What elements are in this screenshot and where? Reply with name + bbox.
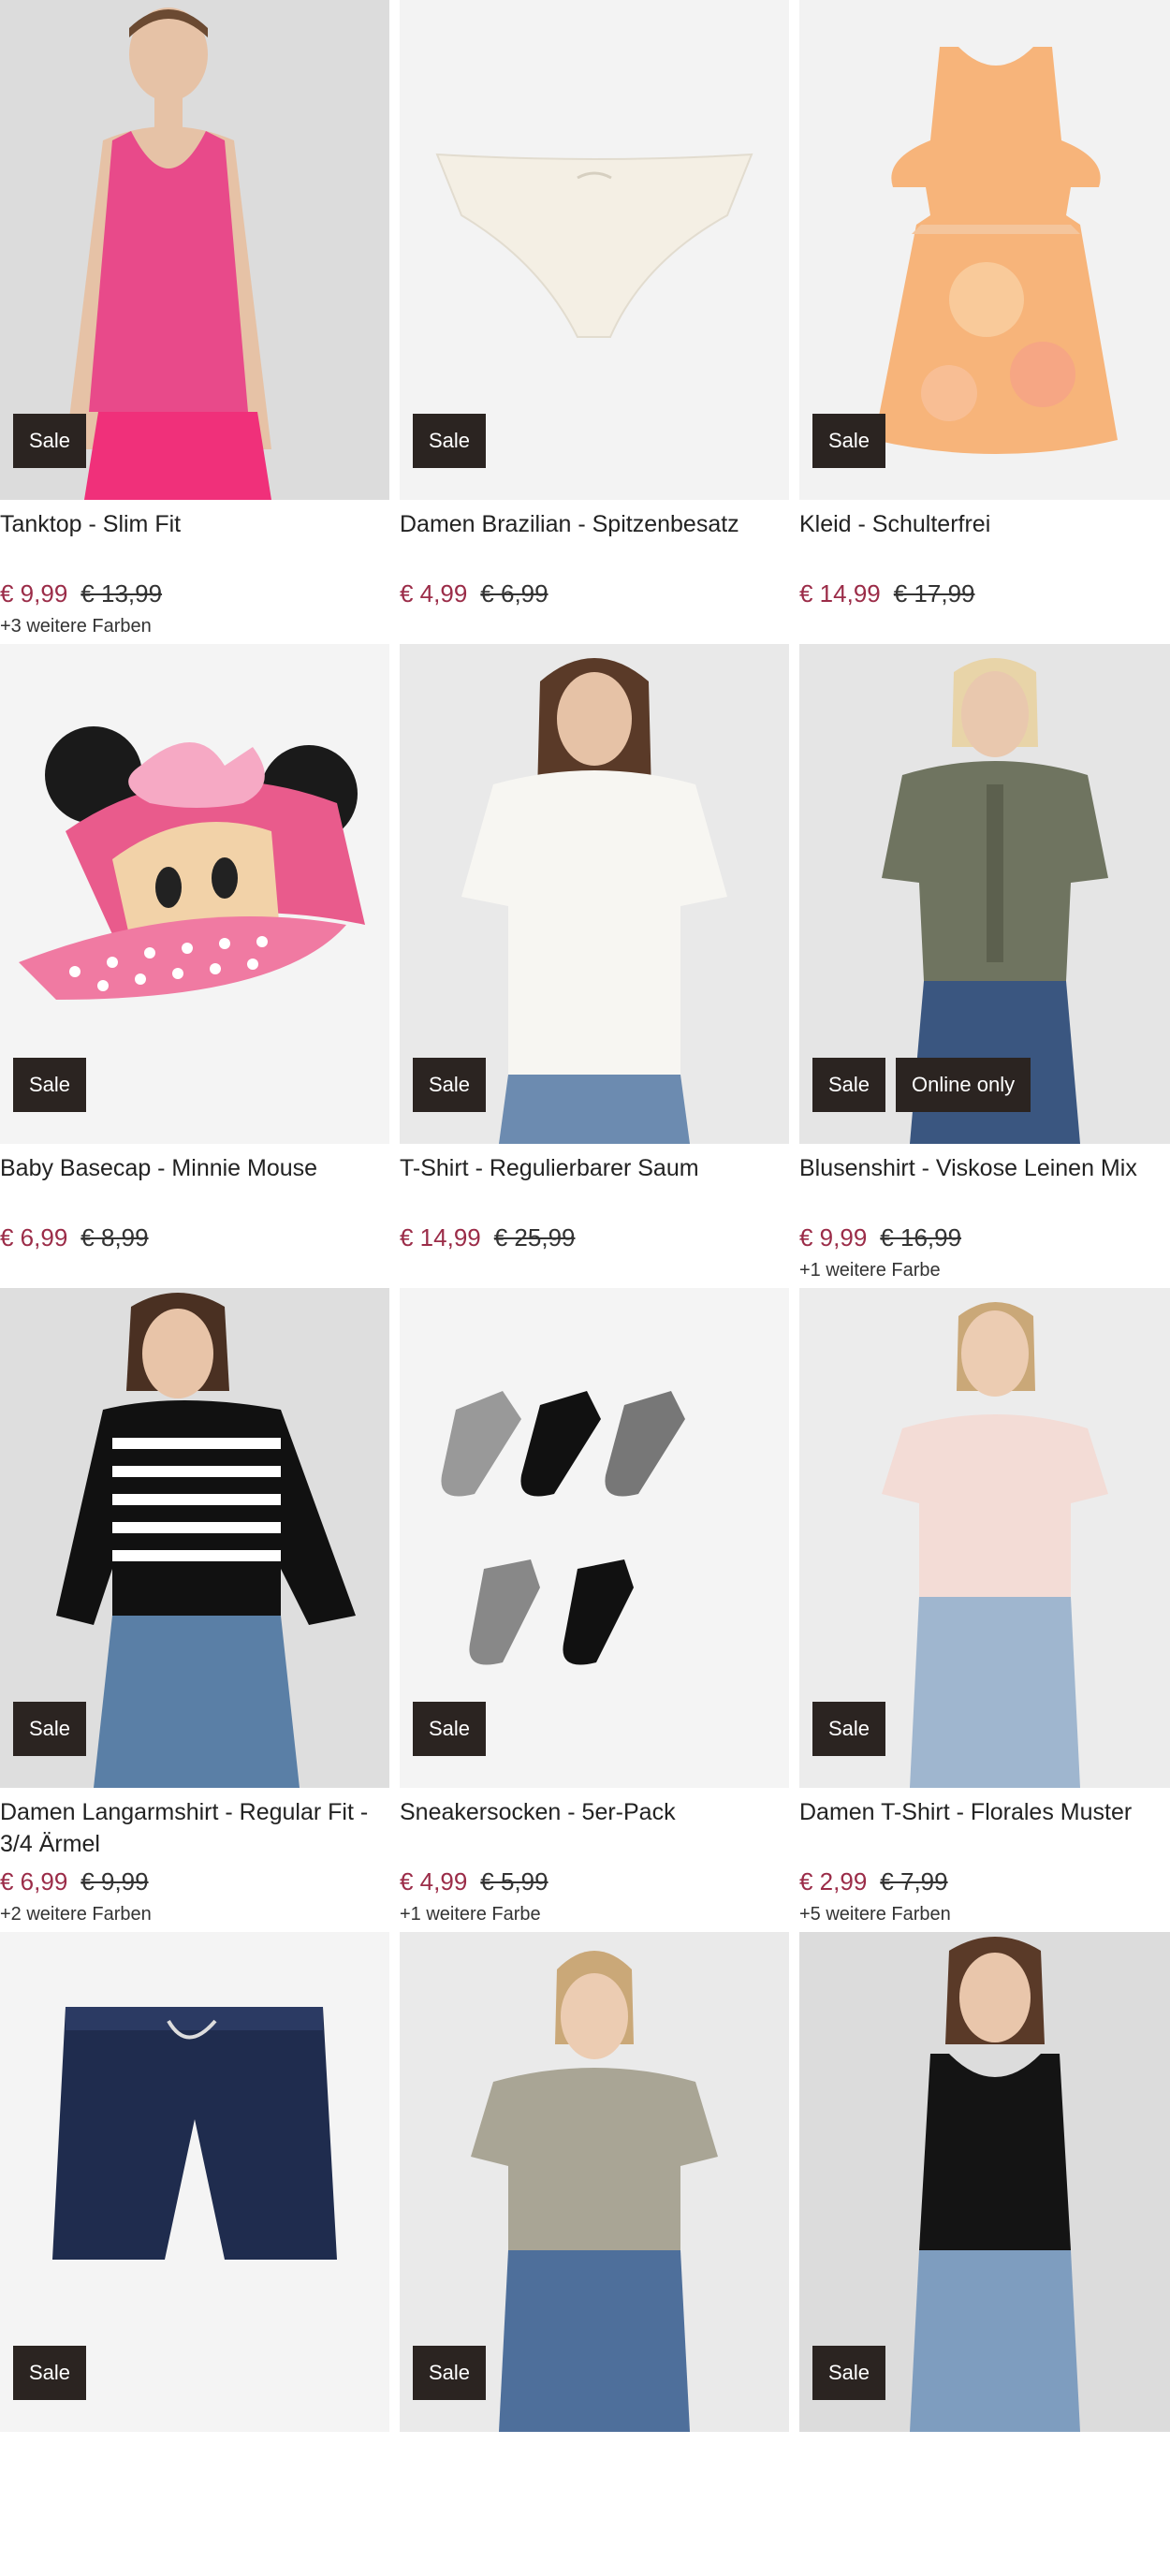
product-image[interactable]: Sale xyxy=(799,1288,1170,1788)
sale-price: € 2,99 xyxy=(799,1867,868,1895)
sale-badge: Sale xyxy=(413,2346,487,2400)
product-title[interactable]: Damen Langarmshirt - Regular Fit - 3/4 Ä… xyxy=(0,1796,389,1860)
product-image[interactable]: Sale xyxy=(0,0,389,500)
sale-badge: Sale xyxy=(413,414,487,468)
product-title[interactable]: Kleid - Schulterfrei xyxy=(799,508,1170,572)
product-image[interactable]: Sale xyxy=(799,0,1170,500)
more-colors[interactable]: +1 weitere Farbe xyxy=(799,1260,1170,1284)
old-price: € 5,99 xyxy=(480,1867,548,1895)
product-image[interactable]: Sale xyxy=(400,644,789,1144)
old-price: € 25,99 xyxy=(493,1223,576,1251)
online-only-badge: Online only xyxy=(896,1058,1031,1112)
product-image[interactable]: Sale xyxy=(0,1932,389,2432)
more-colors[interactable] xyxy=(799,616,1170,640)
product-card[interactable]: Sale Kleid - Schulterfrei € 14,99 € 17,9… xyxy=(799,0,1170,644)
sale-price: € 14,99 xyxy=(400,1223,481,1251)
old-price: € 17,99 xyxy=(893,579,975,607)
product-title[interactable]: Blusenshirt - Viskose Leinen Mix xyxy=(799,1152,1170,1216)
sale-badge: Sale xyxy=(812,1702,886,1756)
product-card[interactable]: Sale Baby Basecap - Minnie Mouse € 6,99 … xyxy=(0,644,389,1288)
product-card[interactable]: Sale Damen Langarmshirt - Regular Fit - … xyxy=(0,1288,389,1932)
sale-badge: Sale xyxy=(13,1702,87,1756)
sale-price: € 9,99 xyxy=(799,1223,868,1251)
more-colors[interactable]: +1 weitere Farbe xyxy=(400,1904,789,1928)
product-image[interactable]: Sale xyxy=(400,0,789,500)
product-image[interactable]: Sale Online only xyxy=(799,644,1170,1144)
product-card[interactable]: Sale Sneakersocken - 5er-Pack € 4,99 € 5… xyxy=(400,1288,789,1932)
sale-badge: Sale xyxy=(812,1058,886,1112)
sale-badge: Sale xyxy=(13,2346,87,2400)
sale-badge: Sale xyxy=(13,1058,87,1112)
old-price: € 8,99 xyxy=(80,1223,149,1251)
product-card[interactable]: Sale xyxy=(400,1932,789,2576)
more-colors[interactable] xyxy=(0,1260,389,1284)
product-card[interactable]: Sale Damen Brazilian - Spitzenbesatz € 4… xyxy=(400,0,789,644)
sale-price: € 4,99 xyxy=(400,579,468,607)
more-colors[interactable] xyxy=(400,1260,789,1284)
product-image[interactable]: Sale xyxy=(0,1288,389,1788)
product-title[interactable]: Sneakersocken - 5er-Pack xyxy=(400,1796,789,1860)
old-price: € 7,99 xyxy=(880,1867,948,1895)
sale-badge: Sale xyxy=(812,2346,886,2400)
product-card[interactable]: Sale xyxy=(0,1932,389,2576)
sale-price: € 6,99 xyxy=(0,1223,68,1251)
sale-price: € 4,99 xyxy=(400,1867,468,1895)
product-image[interactable]: Sale xyxy=(799,1932,1170,2432)
product-image[interactable]: Sale xyxy=(400,1932,789,2432)
old-price: € 9,99 xyxy=(80,1867,149,1895)
product-image[interactable]: Sale xyxy=(400,1288,789,1788)
product-card[interactable]: Sale Damen T-Shirt - Florales Muster € 2… xyxy=(799,1288,1170,1932)
old-price: € 13,99 xyxy=(80,579,163,607)
product-card[interactable]: Sale Online only Blusenshirt - Viskose L… xyxy=(799,644,1170,1288)
more-colors[interactable] xyxy=(400,616,789,640)
sale-price: € 6,99 xyxy=(0,1867,68,1895)
product-card[interactable]: Sale Tanktop - Slim Fit € 9,99 € 13,99 +… xyxy=(0,0,389,644)
sale-badge: Sale xyxy=(413,1058,487,1112)
product-title[interactable]: Baby Basecap - Minnie Mouse xyxy=(0,1152,389,1216)
old-price: € 16,99 xyxy=(880,1223,962,1251)
product-title[interactable]: Damen T-Shirt - Florales Muster xyxy=(799,1796,1170,1860)
product-title[interactable]: Damen Brazilian - Spitzenbesatz xyxy=(400,508,789,572)
sale-price: € 14,99 xyxy=(799,579,881,607)
more-colors[interactable]: +2 weitere Farben xyxy=(0,1904,389,1928)
sale-badge: Sale xyxy=(13,414,87,468)
more-colors[interactable]: +3 weitere Farben xyxy=(0,616,389,640)
product-card[interactable]: Sale T-Shirt - Regulierbarer Saum € 14,9… xyxy=(400,644,789,1288)
sale-price: € 9,99 xyxy=(0,579,68,607)
product-grid: Sale Tanktop - Slim Fit € 9,99 € 13,99 +… xyxy=(0,0,1170,2576)
sale-badge: Sale xyxy=(812,414,886,468)
product-title[interactable]: T-Shirt - Regulierbarer Saum xyxy=(400,1152,789,1216)
old-price: € 6,99 xyxy=(480,579,548,607)
more-colors[interactable]: +5 weitere Farben xyxy=(799,1904,1170,1928)
product-card[interactable]: Sale xyxy=(799,1932,1170,2576)
sale-badge: Sale xyxy=(413,1702,487,1756)
product-image[interactable]: Sale xyxy=(0,644,389,1144)
product-title[interactable]: Tanktop - Slim Fit xyxy=(0,508,389,572)
